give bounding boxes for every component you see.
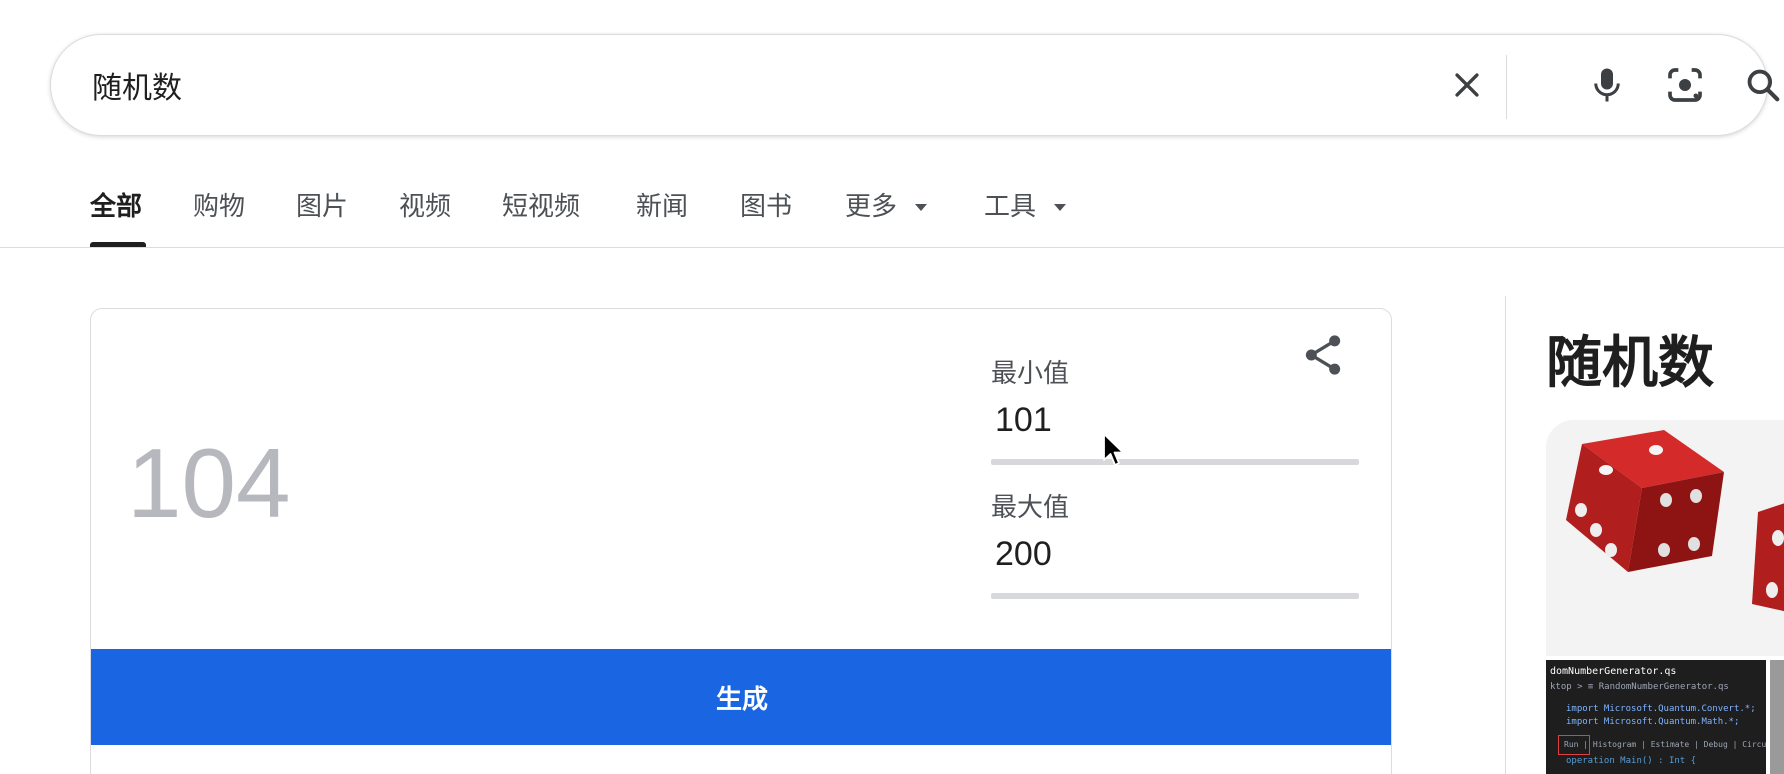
tab-label: 图片: [296, 192, 349, 222]
tab-news[interactable]: 新闻: [636, 186, 688, 248]
tab-label: 视频: [399, 192, 452, 222]
tab-label: 更多: [845, 192, 898, 222]
tab-tools[interactable]: 工具: [984, 186, 1067, 248]
tab-shopping[interactable]: 购物: [193, 186, 245, 248]
random-result: 104: [127, 428, 291, 538]
search-bar: [50, 34, 1780, 136]
mouse-cursor-icon: [1103, 433, 1124, 466]
min-input-underline: [991, 459, 1359, 465]
tab-label: 新闻: [636, 192, 689, 222]
caret-down-icon: [915, 204, 928, 211]
close-icon[interactable]: [1439, 57, 1495, 113]
tab-label: 短视频: [502, 192, 581, 222]
code-screenshot-image[interactable]: domNumberGenerator.qs ktop > ≡ RandomNum…: [1546, 660, 1766, 774]
tab-videos[interactable]: 视频: [399, 186, 451, 248]
code-lens: Run | Histogram | Estimate | Debug | Cir…: [1564, 740, 1766, 749]
microphone-icon[interactable]: [1579, 57, 1635, 113]
red-dice-image[interactable]: [1546, 420, 1784, 656]
search-input[interactable]: [92, 63, 1392, 107]
code-line: operation Main() : Int {: [1566, 756, 1697, 766]
code-tab-label: domNumberGenerator.qs: [1550, 666, 1677, 677]
generate-button[interactable]: 生成: [91, 649, 1391, 745]
share-icon[interactable]: [1301, 333, 1345, 377]
search-bar-divider: [1506, 55, 1507, 119]
tab-short-videos[interactable]: 短视频: [502, 186, 580, 248]
tab-books[interactable]: 图书: [740, 186, 792, 248]
search-icon[interactable]: [1735, 57, 1784, 113]
max-input-underline: [991, 593, 1359, 599]
knowledge-panel-divider: [1505, 296, 1506, 774]
tab-images[interactable]: 图片: [296, 186, 348, 248]
image-thumbnail[interactable]: [1770, 660, 1784, 774]
random-number-widget: 104 最小值 最大值 生成: [90, 308, 1392, 774]
tabs-divider: [0, 247, 1784, 248]
caret-down-icon: [1054, 204, 1067, 211]
search-results-page: 全部 购物 图片 视频 短视频 新闻 图书 更多 工具 1: [0, 0, 1784, 774]
min-value-input[interactable]: [991, 397, 1363, 443]
knowledge-panel-title: 随机数: [1546, 331, 1714, 396]
tab-more[interactable]: 更多: [845, 186, 928, 248]
tab-label: 全部: [90, 192, 143, 222]
camera-lens-icon[interactable]: [1657, 57, 1713, 113]
tab-label: 购物: [193, 192, 246, 222]
code-breadcrumb: ktop > ≡ RandomNumberGenerator.qs: [1550, 682, 1729, 692]
code-line: import Microsoft.Quantum.Math.*;: [1566, 717, 1740, 727]
max-label: 最大值: [991, 493, 1070, 523]
tab-label: 工具: [984, 192, 1037, 222]
max-value-input[interactable]: [991, 531, 1363, 577]
tab-all[interactable]: 全部: [90, 186, 146, 248]
tab-label: 图书: [740, 192, 793, 222]
min-label: 最小值: [991, 359, 1070, 389]
code-line: import Microsoft.Quantum.Convert.*;: [1566, 704, 1756, 714]
